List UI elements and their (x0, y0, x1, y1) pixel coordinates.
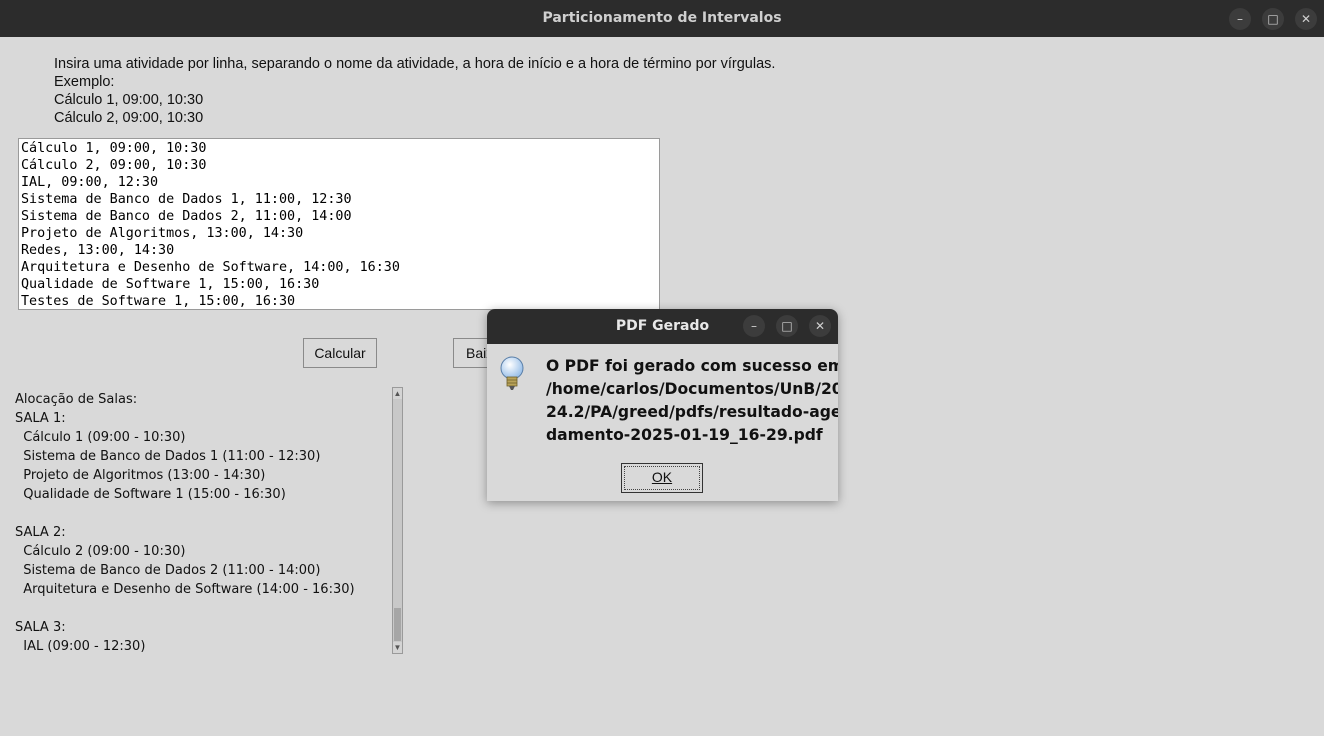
result-line: IAL (09:00 - 12:30) (15, 639, 146, 654)
scroll-down-icon[interactable]: ▼ (393, 642, 402, 653)
window-titlebar: Particionamento de Intervalos – □ ✕ (0, 0, 1324, 37)
instructions-line: Exemplo: (54, 74, 115, 90)
window-title: Particionamento de Intervalos (542, 10, 782, 26)
lightbulb-icon (500, 356, 524, 390)
minimize-icon[interactable]: – (1229, 8, 1251, 30)
dialog-message-line: damento-2025-01-19_16-29.pdf (546, 426, 823, 444)
result-line: SALA 3: (15, 620, 66, 635)
activities-textarea[interactable]: Cálculo 1, 09:00, 10:30 Cálculo 2, 09:00… (18, 138, 660, 310)
maximize-icon[interactable]: □ (1262, 8, 1284, 30)
result-line: Sistema de Banco de Dados 1 (11:00 - 12:… (15, 449, 321, 464)
results-scrollbar[interactable]: ▲ ▼ (392, 387, 403, 654)
textarea-line: Cálculo 1, 09:00, 10:30 (21, 141, 207, 156)
dialog-maximize-icon[interactable]: □ (776, 315, 798, 337)
dialog-close-icon[interactable]: ✕ (809, 315, 831, 337)
result-line: Arquitetura e Desenho de Software (14:00… (15, 582, 355, 597)
result-line: SALA 1: (15, 411, 66, 426)
close-icon[interactable]: ✕ (1295, 8, 1317, 30)
textarea-line: Cálculo 2, 09:00, 10:30 (21, 158, 207, 173)
calcular-button[interactable]: Calcular (303, 338, 377, 368)
dialog-message-line: /home/carlos/Documentos/UnB/20 (546, 380, 838, 398)
result-line: Cálculo 2 (09:00 - 10:30) (15, 544, 186, 559)
textarea-line: Projeto de Algoritmos, 13:00, 14:30 (21, 226, 304, 241)
dialog-titlebar: PDF Gerado – □ ✕ (487, 309, 838, 344)
textarea-line: IAL, 09:00, 12:30 (21, 175, 159, 190)
result-line: Cálculo 1 (09:00 - 10:30) (15, 430, 186, 445)
result-line: Alocação de Salas: (15, 392, 138, 407)
scrollbar-thumb[interactable] (394, 608, 401, 641)
result-line: Sistema de Banco de Dados 2 (11:00 - 14:… (15, 563, 321, 578)
textarea-line: Testes de Software 1, 15:00, 16:30 (21, 294, 296, 309)
pdf-generated-dialog: PDF Gerado – □ ✕ O PDF foi gerado com su… (487, 309, 838, 501)
instructions-line: Cálculo 1, 09:00, 10:30 (54, 92, 204, 108)
result-line (15, 599, 387, 618)
dialog-message-line: O PDF foi gerado com sucesso em: (546, 357, 838, 375)
ok-button-label: OK (651, 469, 673, 485)
textarea-line: Redes, 13:00, 14:30 (21, 243, 175, 258)
result-line: Qualidade de Software 1 (15:00 - 16:30) (15, 487, 286, 502)
result-line: SALA 2: (15, 525, 66, 540)
ok-button[interactable]: OK (621, 463, 703, 493)
instructions-line: Cálculo 2, 09:00, 10:30 (54, 110, 204, 126)
textarea-line: Qualidade de Software 1, 15:00, 16:30 (21, 277, 320, 292)
instructions-label: Insira uma atividade por linha, separand… (54, 55, 775, 127)
textarea-line: Sistema de Banco de Dados 2, 11:00, 14:0… (21, 209, 352, 224)
dialog-message: O PDF foi gerado com sucesso em: /home/c… (546, 355, 838, 447)
dialog-minimize-icon[interactable]: – (743, 315, 765, 337)
scroll-up-icon[interactable]: ▲ (393, 388, 402, 399)
textarea-line: Arquitetura e Desenho de Software, 14:00… (21, 260, 400, 275)
instructions-line: Insira uma atividade por linha, separand… (54, 56, 776, 72)
result-line (15, 504, 387, 523)
results-text: Alocação de Salas: SALA 1: Cálculo 1 (09… (15, 390, 387, 656)
result-line: Projeto de Algoritmos (13:00 - 14:30) (15, 468, 266, 483)
textarea-line: Sistema de Banco de Dados 1, 11:00, 12:3… (21, 192, 352, 207)
dialog-message-line: 24.2/PA/greed/pdfs/resultado-agen (546, 403, 838, 421)
